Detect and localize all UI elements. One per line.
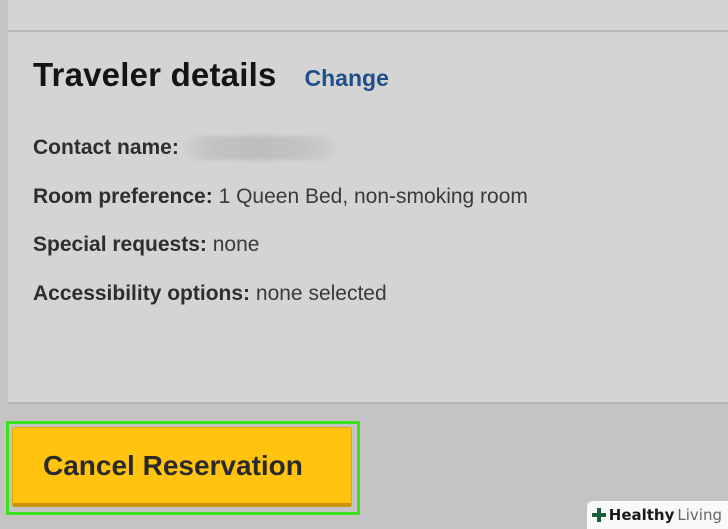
contact-name-label: Contact name: <box>33 136 179 159</box>
accessibility-options-value: none selected <box>255 282 387 305</box>
contact-name-redacted <box>184 136 335 160</box>
previous-section-panel <box>8 0 728 32</box>
special-requests-row: Special requests: none <box>33 233 259 257</box>
traveler-details-header: Traveler details Change <box>33 56 389 94</box>
room-preference-row: Room preference: 1 Queen Bed, non-smokin… <box>33 185 528 209</box>
plus-icon <box>591 508 606 522</box>
watermark-brand: Healthy <box>608 506 675 524</box>
accessibility-options-row: Accessibility options: none selected <box>33 282 387 306</box>
accessibility-options-label: Accessibility options: <box>33 282 251 305</box>
special-requests-value: none <box>212 233 260 256</box>
contact-name-row: Contact name: <box>33 136 335 160</box>
traveler-details-heading: Traveler details <box>33 56 277 93</box>
watermark: Healthy Living <box>586 501 728 529</box>
room-preference-label: Room preference: <box>33 185 213 208</box>
cancel-reservation-button[interactable]: Cancel Reservation <box>12 427 352 507</box>
watermark-living: Living <box>677 506 722 524</box>
change-link[interactable]: Change <box>305 65 389 92</box>
room-preference-value: 1 Queen Bed, non-smoking room <box>218 185 528 208</box>
special-requests-label: Special requests: <box>33 233 207 256</box>
